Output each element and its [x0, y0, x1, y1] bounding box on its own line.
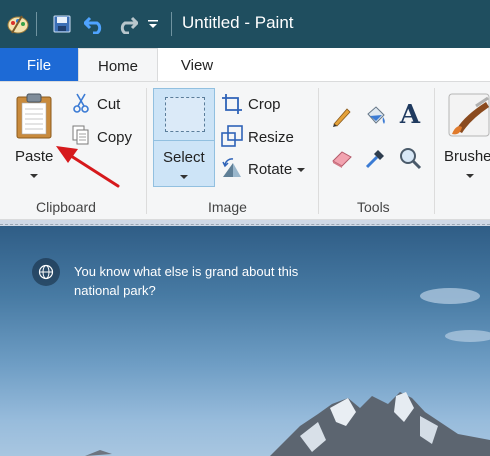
- pencil-icon[interactable]: [328, 102, 356, 130]
- tab-home[interactable]: Home: [78, 48, 158, 83]
- paste-icon[interactable]: [12, 90, 56, 142]
- fill-bucket-icon[interactable]: [362, 102, 390, 130]
- cut-button[interactable]: Cut: [97, 96, 120, 113]
- tab-view[interactable]: View: [158, 48, 236, 82]
- ribbon-tabs: File Home View: [0, 48, 490, 83]
- copy-icon[interactable]: [70, 124, 92, 146]
- select-split-line: [154, 140, 214, 141]
- group-separator: [146, 88, 147, 214]
- text-tool-icon[interactable]: A: [396, 100, 424, 130]
- tools-group-label: Tools: [357, 199, 390, 215]
- resize-icon[interactable]: [220, 124, 244, 148]
- title-separator: [171, 12, 172, 36]
- title-separator: [36, 12, 37, 36]
- select-rectangle-icon: [165, 97, 205, 132]
- color-picker-icon[interactable]: [362, 144, 390, 172]
- mountain-image: [85, 288, 490, 456]
- resize-button[interactable]: Resize: [248, 129, 294, 146]
- select-label: Select: [163, 149, 205, 166]
- canvas-selection-border: [0, 224, 490, 225]
- eraser-icon[interactable]: [328, 144, 356, 172]
- window-title: Untitled - Paint: [182, 13, 294, 32]
- ribbon-panel: Paste Cut Copy Clipboard Select Crop Res…: [0, 81, 490, 220]
- copy-button[interactable]: Copy: [97, 129, 132, 146]
- canvas-photo[interactable]: You know what else is grand about this n…: [0, 226, 490, 456]
- quick-access-dropdown-icon[interactable]: [144, 10, 162, 38]
- group-separator: [318, 88, 319, 214]
- select-button[interactable]: Select: [153, 88, 215, 187]
- crop-icon[interactable]: [220, 92, 244, 116]
- brushes-button[interactable]: Brushe: [444, 148, 490, 165]
- image-caption: You know what else is grand about this n…: [74, 264, 299, 298]
- save-icon[interactable]: [50, 10, 74, 38]
- clipboard-group-label: Clipboard: [36, 199, 96, 215]
- redo-icon[interactable]: [114, 10, 140, 38]
- group-separator: [434, 88, 435, 214]
- brush-icon[interactable]: [446, 90, 490, 140]
- magnifier-icon[interactable]: [396, 144, 424, 172]
- scissors-icon[interactable]: [70, 92, 92, 114]
- globe-icon[interactable]: [32, 258, 60, 286]
- undo-icon[interactable]: [82, 10, 108, 38]
- rotate-icon[interactable]: [220, 156, 244, 180]
- paste-button[interactable]: Paste: [15, 148, 53, 165]
- rotate-dropdown-icon[interactable]: [297, 168, 305, 172]
- paste-dropdown-icon[interactable]: [30, 174, 38, 178]
- crop-button[interactable]: Crop: [248, 96, 281, 113]
- title-bar: Untitled - Paint: [0, 0, 490, 48]
- paint-app-icon[interactable]: [4, 10, 32, 38]
- rotate-button[interactable]: Rotate: [248, 161, 292, 178]
- brushes-dropdown-icon[interactable]: [466, 174, 474, 178]
- tab-file[interactable]: File: [0, 48, 78, 82]
- select-dropdown-icon[interactable]: [180, 175, 188, 179]
- image-group-label: Image: [208, 199, 247, 215]
